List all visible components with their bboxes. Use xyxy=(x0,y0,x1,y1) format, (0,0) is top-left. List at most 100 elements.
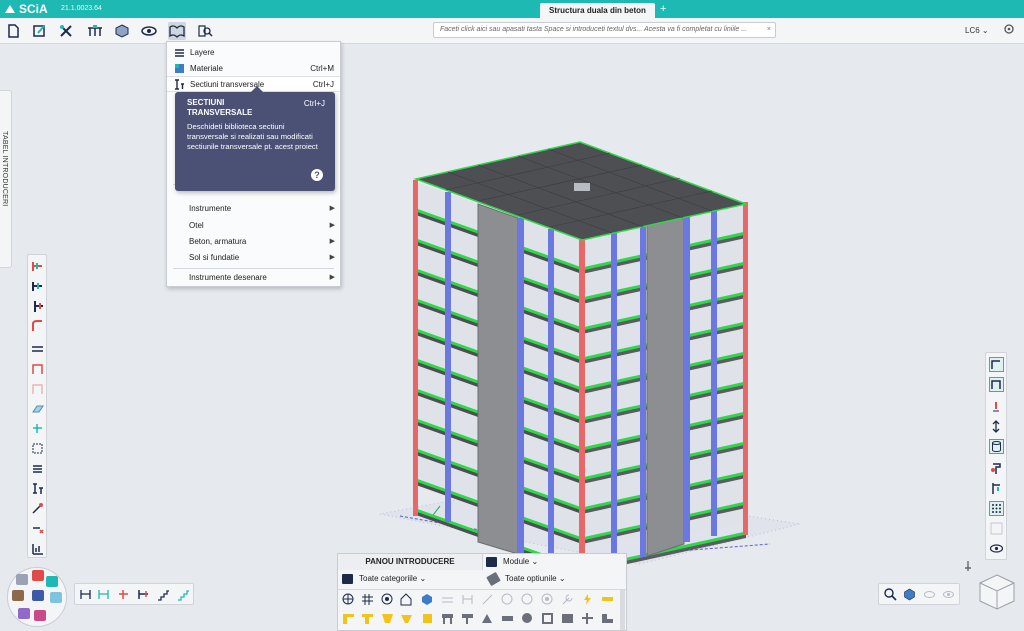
cube-icon[interactable] xyxy=(421,593,434,606)
pin-icon[interactable] xyxy=(963,560,973,572)
member-icon[interactable] xyxy=(31,280,44,293)
house-icon[interactable] xyxy=(400,593,413,606)
database-icon[interactable] xyxy=(989,439,1004,454)
help-icon[interactable]: ? xyxy=(311,169,323,181)
dimension-icon[interactable] xyxy=(97,588,110,601)
stairs-icon[interactable] xyxy=(157,588,170,601)
hidden-view-icon[interactable] xyxy=(923,588,936,601)
visibility-button[interactable] xyxy=(140,22,158,40)
grey-shape-icon[interactable] xyxy=(541,612,554,625)
wheel-item-icon[interactable] xyxy=(32,570,44,581)
document-tab[interactable]: Structura duala din beton xyxy=(540,3,655,18)
wheel-item-icon[interactable] xyxy=(46,576,58,587)
selection-wheel[interactable] xyxy=(7,567,67,627)
member-icon[interactable] xyxy=(31,260,44,273)
grid-dots-icon[interactable] xyxy=(989,501,1004,516)
grey-shape-icon[interactable] xyxy=(561,612,574,625)
hidden-view-icon[interactable] xyxy=(942,588,955,601)
curve-member-icon[interactable] xyxy=(31,320,44,333)
section-icon[interactable] xyxy=(342,593,355,606)
wheel-item-icon[interactable] xyxy=(18,608,30,619)
yellow-shape-icon[interactable] xyxy=(400,612,413,625)
grey-shape-icon[interactable] xyxy=(601,612,614,625)
frame-view-icon[interactable] xyxy=(989,357,1004,372)
frame-view-icon[interactable] xyxy=(989,377,1004,392)
beam-light-icon[interactable] xyxy=(461,593,474,606)
wheel-item-icon[interactable] xyxy=(16,574,28,585)
wrench-light-icon[interactable] xyxy=(561,593,574,606)
disabled-tool-icon[interactable] xyxy=(989,521,1004,536)
chart-icon[interactable] xyxy=(31,542,44,555)
load-icon[interactable] xyxy=(989,461,1004,476)
hinge-icon[interactable] xyxy=(31,502,44,515)
delete-icon[interactable] xyxy=(31,522,44,535)
menu-item-tools[interactable]: Instrumente ▶ xyxy=(167,200,340,216)
panel-scrollbar[interactable] xyxy=(620,590,625,630)
cross-section-icon[interactable] xyxy=(31,482,44,495)
edit-button[interactable] xyxy=(30,22,48,40)
load-case-select[interactable]: LC6 ⌄ xyxy=(965,26,989,35)
clear-command-button[interactable]: × xyxy=(767,23,771,37)
grey-shape-icon[interactable] xyxy=(461,612,474,625)
grey-shape-icon[interactable] xyxy=(441,612,454,625)
tools-button[interactable] xyxy=(57,22,75,40)
yellow-shape-icon[interactable] xyxy=(361,612,374,625)
line-light-icon[interactable] xyxy=(481,593,494,606)
layers-icon[interactable] xyxy=(31,462,44,475)
yellow-square-icon[interactable] xyxy=(421,612,434,625)
modules-select[interactable]: Module ⌄ xyxy=(486,554,538,570)
cube-view-icon[interactable] xyxy=(903,588,916,601)
library-button[interactable] xyxy=(168,22,186,40)
menu-item-concrete[interactable]: Beton, armatura ▶ xyxy=(167,233,340,249)
zoom-icon[interactable] xyxy=(884,588,897,601)
structure-button[interactable] xyxy=(86,22,104,40)
add-tab-button[interactable]: + xyxy=(660,3,666,16)
search-library-button[interactable] xyxy=(196,22,214,40)
menu-item-soil[interactable]: Sol si fundatie ▶ xyxy=(167,249,340,265)
menu-item-materials[interactable]: Materiale Ctrl+M xyxy=(167,60,340,76)
categories-select[interactable]: Toate categoriile ⌄ xyxy=(342,571,426,587)
grey-shape-icon[interactable] xyxy=(501,612,514,625)
frame-icon[interactable] xyxy=(31,382,44,395)
eye-icon[interactable] xyxy=(989,541,1004,556)
grey-shape-icon[interactable] xyxy=(521,612,534,625)
lightning-icon[interactable] xyxy=(581,593,594,606)
grid-icon[interactable] xyxy=(31,442,44,455)
options-select[interactable]: Toate optiunile ⌄ xyxy=(486,571,566,587)
circle-light-icon[interactable] xyxy=(521,593,534,606)
wheel-item-icon[interactable] xyxy=(34,610,46,621)
frame-icon[interactable] xyxy=(31,362,44,375)
target-light-icon[interactable] xyxy=(541,593,554,606)
menu-item-steel[interactable]: Otel ▶ xyxy=(167,217,340,233)
wheel-item-icon[interactable] xyxy=(32,590,44,601)
support-icon[interactable] xyxy=(989,399,1004,414)
wheel-item-icon[interactable] xyxy=(50,592,62,603)
settings-icon[interactable] xyxy=(1003,23,1015,35)
circle-icon[interactable] xyxy=(381,593,394,606)
beam-light-icon[interactable] xyxy=(441,593,454,606)
3d-viewport[interactable] xyxy=(0,44,1024,631)
yellow-shape-icon[interactable] xyxy=(342,612,355,625)
align-icon[interactable] xyxy=(117,588,130,601)
bar-icon[interactable] xyxy=(601,593,614,606)
grid-icon[interactable] xyxy=(361,593,374,606)
menu-item-layers[interactable]: Layere xyxy=(167,44,340,60)
plate-icon[interactable] xyxy=(31,402,44,415)
yellow-shape-icon[interactable] xyxy=(381,612,394,625)
member-icon[interactable] xyxy=(989,481,1004,496)
dimension-icon[interactable] xyxy=(79,588,92,601)
node-icon[interactable] xyxy=(31,422,44,435)
beam-icon[interactable] xyxy=(31,342,44,355)
view-3d-button[interactable] xyxy=(113,22,131,40)
command-line-input[interactable]: Faceti click aici sau apasati tasta Spac… xyxy=(433,22,776,38)
wheel-item-icon[interactable] xyxy=(12,590,24,601)
clock-light-icon[interactable] xyxy=(501,593,514,606)
grey-shape-icon[interactable] xyxy=(481,612,494,625)
menu-item-drawing-tools[interactable]: Instrumente desenare ▶ xyxy=(167,269,340,285)
new-file-button[interactable] xyxy=(4,22,22,40)
grey-shape-icon[interactable] xyxy=(581,612,594,625)
stairs-icon[interactable] xyxy=(177,588,190,601)
split-icon[interactable] xyxy=(137,588,150,601)
vertical-arrows-icon[interactable] xyxy=(989,419,1004,434)
navigation-cube[interactable] xyxy=(977,573,1017,611)
